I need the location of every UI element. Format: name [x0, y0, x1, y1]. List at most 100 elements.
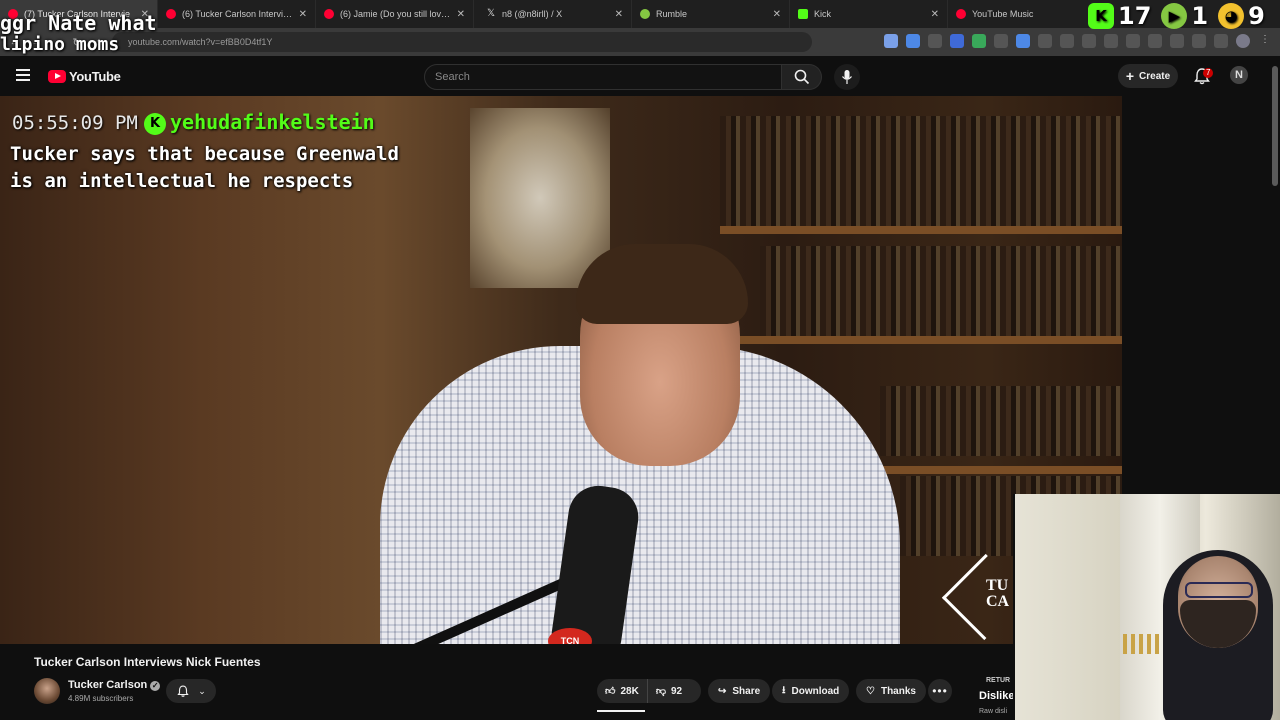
extension-icon[interactable] — [994, 34, 1008, 48]
youtube-viewer-count: 9 — [1248, 2, 1265, 30]
code-icon[interactable] — [1148, 34, 1162, 48]
extension-icon[interactable] — [884, 34, 898, 48]
bookshelf-books — [720, 116, 1120, 226]
dislike-button[interactable]: 👎︎ 92 — [648, 679, 690, 703]
account-avatar[interactable]: N — [1230, 66, 1248, 84]
browser-tab[interactable]: Rumble ✕ — [632, 0, 790, 28]
like-dislike-group: 👍︎ 28K 👎︎ 92 — [597, 679, 701, 703]
rumble-icon: ▶ — [1161, 3, 1188, 29]
thanks-icon: ♡ — [866, 685, 875, 697]
alert-line-1: ggr Nate what — [0, 11, 157, 35]
search-button[interactable] — [782, 64, 822, 90]
like-count: 28K — [620, 685, 639, 697]
browser-tab[interactable]: Kick ✕ — [790, 0, 948, 28]
chat-timestamp: 05:55:09 PM — [12, 112, 138, 134]
thumbs-down-icon: 👎︎ — [655, 686, 666, 697]
kick-icon: K — [1088, 3, 1114, 29]
browser-tab[interactable]: (6) Jamie (Do you still love me) ✕ — [316, 0, 474, 28]
chevron-down-icon: ⌄ — [198, 685, 206, 696]
tab-title: Rumble — [656, 9, 688, 19]
return-dislike-sub: Raw disli — [979, 708, 1008, 715]
microphone-icon — [842, 70, 852, 84]
more-actions-button[interactable]: ••• — [928, 679, 952, 703]
close-icon[interactable]: ✕ — [615, 9, 623, 20]
thanks-button[interactable]: ♡ Thanks — [856, 679, 926, 703]
create-label: Create — [1139, 70, 1171, 82]
kick-icon: K — [144, 113, 166, 135]
browser-tab[interactable]: (6) Tucker Carlson Interviews N ✕ — [158, 0, 316, 28]
history-icon[interactable] — [1104, 34, 1118, 48]
channel-avatar[interactable] — [34, 678, 60, 704]
sidebar-icon[interactable] — [1192, 34, 1206, 48]
streamer-glasses — [1185, 582, 1253, 598]
youtube-icon — [324, 9, 334, 19]
return-dislike-title: Dislike — [979, 690, 1014, 702]
speaker-hair — [576, 244, 748, 324]
extension-icon[interactable] — [906, 34, 920, 48]
extension-icon[interactable] — [1038, 34, 1052, 48]
youtube-play-icon — [48, 70, 66, 83]
return-dislike-panel: RETUR Dislike Raw disli — [968, 674, 1014, 720]
youtube-header: YouTube Search + Create — [0, 56, 1280, 96]
extension-icon[interactable] — [950, 34, 964, 48]
extension-icon[interactable] — [928, 34, 942, 48]
extension-icon[interactable] — [1060, 34, 1074, 48]
download-label: Download — [791, 685, 840, 697]
browser-toolbar: ← → ↻ ⌂ youtube.com/watch?v=efBB0D4tf1Y … — [0, 28, 1280, 56]
subscriber-count: 4.89M subscribers — [68, 694, 134, 703]
screen: (7) Tucker Carlson Intervie ✕ (6) Tucker… — [0, 0, 1280, 720]
video-title: Tucker Carlson Interviews Nick Fuentes — [34, 655, 261, 669]
kebab-menu-icon[interactable]: ⋮ — [1258, 34, 1272, 48]
close-icon[interactable]: ✕ — [457, 9, 465, 20]
tab-title: n8 (@n8irll) / X — [502, 9, 563, 19]
youtube-logo-text: YouTube — [69, 69, 121, 84]
extension-icon[interactable] — [1082, 34, 1096, 48]
youtube-icon — [166, 9, 176, 19]
voice-search-button[interactable] — [834, 64, 860, 90]
subscription-button[interactable]: ⌄ — [166, 679, 216, 703]
download-button[interactable]: ⭳ Download — [772, 679, 850, 703]
channel-watermark-text: TU CA — [986, 578, 1010, 610]
tab-title: Kick — [814, 9, 832, 19]
alert-overlay: ggr Nate what lipino moms — [0, 12, 157, 56]
kick-icon — [798, 9, 808, 19]
background-window — [470, 108, 610, 288]
close-icon[interactable]: ✕ — [773, 9, 781, 20]
chat-username: yehudafinkelstein — [170, 110, 375, 134]
tab-title: YouTube Music — [972, 9, 1034, 19]
share-button[interactable]: ↪ Share — [708, 679, 771, 703]
verified-icon: ✓ — [150, 681, 161, 691]
scrollbar[interactable] — [1272, 66, 1278, 186]
extension-icon[interactable] — [972, 34, 986, 48]
share-icon: ↪ — [718, 685, 727, 697]
plus-icon: + — [1125, 68, 1135, 84]
browser-tab[interactable]: 𝕏 n8 (@n8irll) / X ✕ — [474, 0, 632, 28]
close-icon[interactable]: ✕ — [931, 9, 939, 20]
bookshelf-books — [760, 246, 1122, 336]
extension-icon[interactable] — [1126, 34, 1140, 48]
menu-icon[interactable] — [1214, 34, 1228, 48]
close-icon[interactable]: ✕ — [299, 9, 307, 20]
chat-message: Tucker says that because Greenwald is an… — [10, 143, 399, 192]
bookshelf-books — [880, 386, 1122, 456]
tab-title: (6) Jamie (Do you still love me) — [340, 9, 453, 19]
browser-tab[interactable]: YouTube Music — [948, 0, 1078, 28]
search-input[interactable]: Search — [424, 64, 782, 90]
address-bar[interactable]: youtube.com/watch?v=efBB0D4tf1Y — [112, 32, 812, 52]
reader-icon[interactable] — [1170, 34, 1184, 48]
youtube-logo[interactable]: YouTube — [48, 69, 121, 84]
create-button[interactable]: + Create — [1118, 64, 1178, 88]
thanks-label: Thanks — [880, 685, 916, 697]
tab-title: (6) Tucker Carlson Interviews N — [182, 9, 295, 19]
bookshelf-shelf — [740, 336, 1122, 344]
extension-icon[interactable] — [1016, 34, 1030, 48]
profile-icon[interactable] — [1236, 34, 1250, 48]
channel-name[interactable]: Tucker Carlson ✓ — [68, 679, 161, 691]
like-button[interactable]: 👍︎ 28K — [597, 679, 648, 703]
rumble-viewer-count: 1 — [1191, 2, 1209, 30]
video-info: Tucker Carlson Interviews Nick Fuentes T… — [0, 644, 1013, 720]
viewer-counters: K 17 ▶ 1 ◕ 9 — [1088, 2, 1275, 30]
more-horizontal-icon: ••• — [932, 684, 948, 698]
extension-bar: ⋮ — [884, 34, 1272, 48]
menu-icon[interactable] — [16, 69, 30, 81]
